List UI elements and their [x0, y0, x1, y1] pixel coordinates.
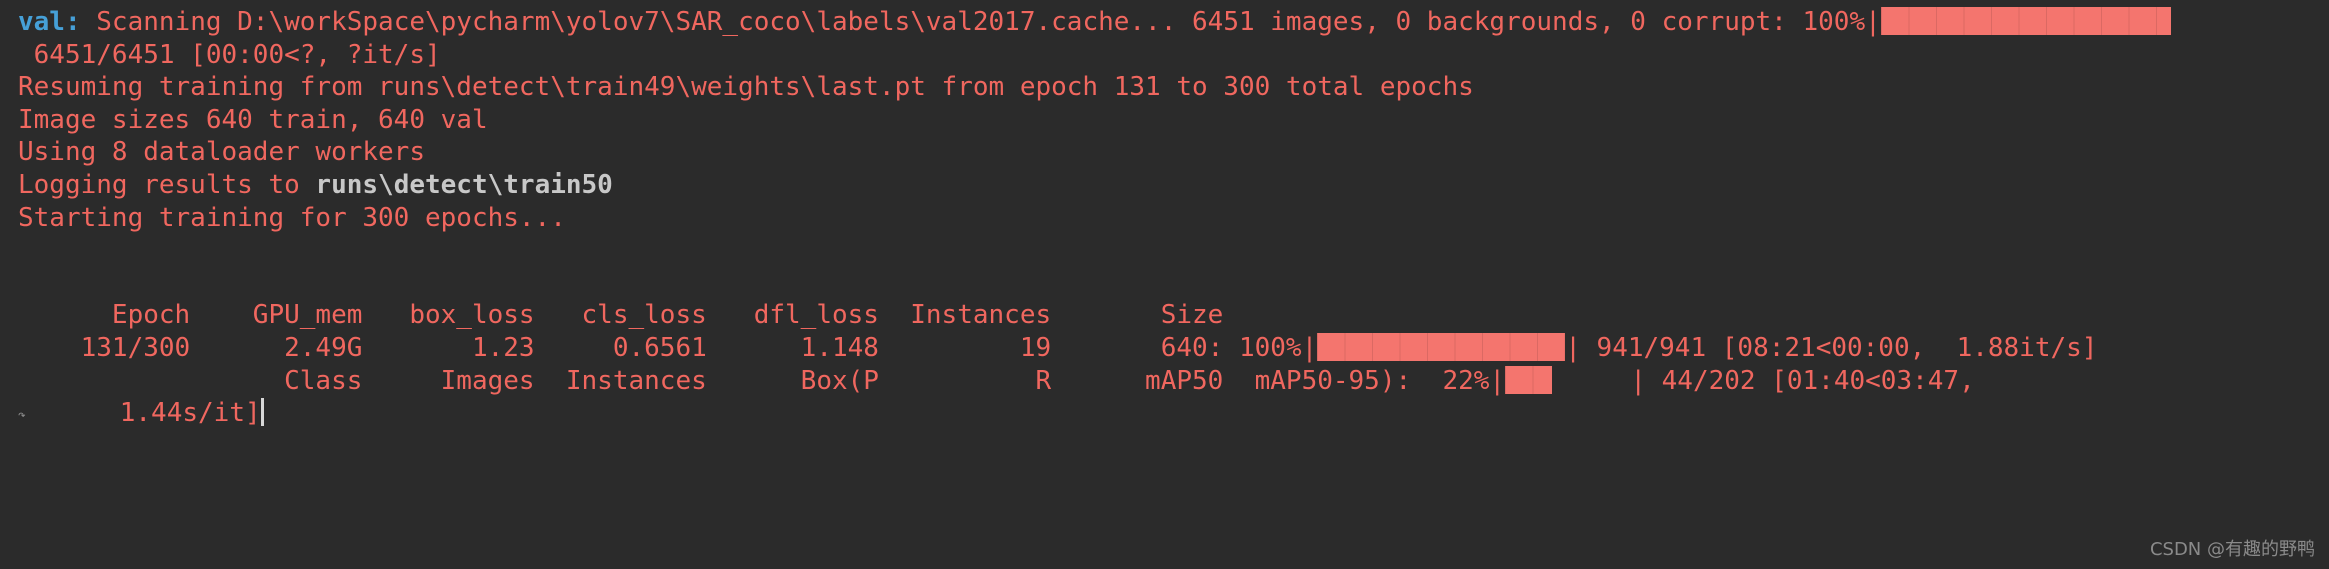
metrics-table-header: Epoch GPU_mem box_loss cls_loss dfl_loss… [0, 299, 2329, 332]
metrics-table-row-rate: ↷ 1.44s/it] [0, 397, 2329, 430]
val-scan-text: Scanning D:\workSpace\pycharm\yolov7\SAR… [80, 7, 1881, 37]
epoch-row-values: 131/300 2.49G 1.23 0.6561 1.148 19 640: … [18, 332, 1318, 363]
terminal-output-pane[interactable]: val: Scanning D:\workSpace\pycharm\yolov… [0, 0, 2329, 569]
validation-row-progress-text: | 44/202 [01:40<03:47, [1552, 365, 1975, 396]
validation-row-labels: Class Images Instances Box(P R mAP50 mAP… [18, 365, 1506, 396]
text-cursor [260, 398, 264, 427]
terminal-line-val-scan: val: Scanning D:\workSpace\pycharm\yolov… [0, 6, 2329, 39]
metrics-table-row-epoch: 131/300 2.49G 1.23 0.6561 1.148 19 640: … [0, 332, 2329, 365]
terminal-line-val-scan-count: 6451/6451 [00:00<?, ?it/s] [0, 39, 2329, 72]
starting-text: Starting training for 300 epochs... [18, 202, 566, 233]
metrics-table-row-validation: Class Images Instances Box(P R mAP50 mAP… [0, 365, 2329, 398]
val-label: val: [18, 7, 81, 37]
image-sizes-text: Image sizes 640 train, 640 val [18, 104, 488, 135]
logging-prefix-text: Logging results to [18, 169, 316, 200]
val-scan-count-text: 6451/6451 [00:00<?, ?it/s] [18, 39, 441, 70]
terminal-line-image-sizes: Image sizes 640 train, 640 val [0, 104, 2329, 137]
terminal-blank-line-2 [0, 267, 2329, 300]
progress-bar-train-epoch [1317, 332, 1566, 361]
terminal-blank-line-1 [0, 234, 2329, 267]
terminal-line-workers: Using 8 dataloader workers [0, 136, 2329, 169]
terminal-line-resuming: Resuming training from runs\detect\train… [0, 71, 2329, 104]
logging-path-text: runs\detect\train50 [315, 169, 613, 200]
terminal-line-logging: Logging results to runs\detect\train50 [0, 169, 2329, 202]
scroll-marker-icon: ↷ [18, 408, 26, 424]
terminal-line-starting: Starting training for 300 epochs... [0, 202, 2329, 235]
workers-text: Using 8 dataloader workers [18, 137, 425, 168]
csdn-watermark: CSDN @有趣的野鸭 [2149, 539, 2315, 560]
validation-rate-text: 1.44s/it] [25, 398, 261, 429]
progress-bar-val-scan [1880, 7, 2171, 35]
epoch-row-progress-text: | 941/941 [08:21<00:00, 1.88it/s] [1565, 332, 2098, 363]
progress-bar-validation [1505, 365, 1553, 394]
resuming-text: Resuming training from runs\detect\train… [18, 72, 1474, 103]
metrics-header-text: Epoch GPU_mem box_loss cls_loss dfl_loss… [18, 300, 1224, 331]
